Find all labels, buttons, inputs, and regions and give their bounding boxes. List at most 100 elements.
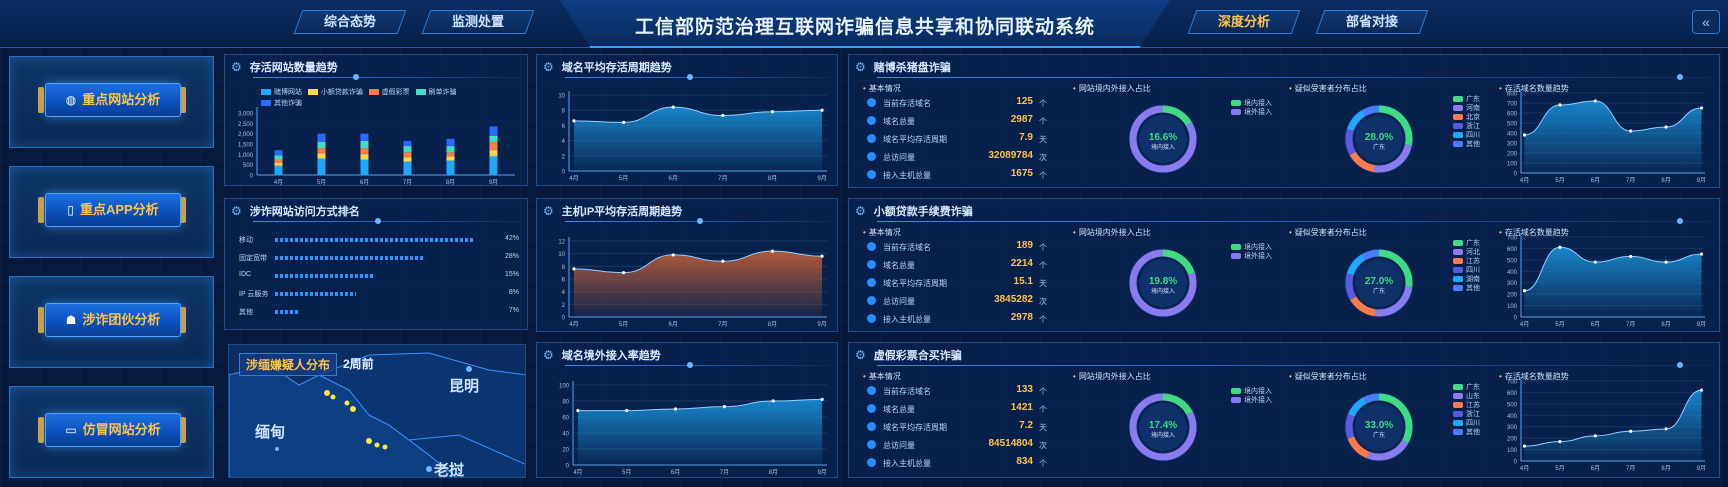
data-point[interactable]: [1593, 99, 1597, 103]
nav-tab-ministry[interactable]: 部省对接: [1315, 10, 1429, 34]
data-point[interactable]: [820, 397, 824, 401]
bar-segment[interactable]: [446, 146, 455, 153]
bar-segment[interactable]: [403, 140, 412, 147]
data-point[interactable]: [1558, 245, 1562, 249]
rank-name: 固定宽带: [239, 255, 267, 262]
data-point[interactable]: [1629, 254, 1633, 259]
data-point[interactable]: [671, 253, 675, 257]
bar-segment[interactable]: [446, 138, 455, 147]
bar-segment[interactable]: [489, 150, 498, 157]
double-chevron-left-icon[interactable]: «: [1692, 10, 1720, 34]
data-point[interactable]: [1664, 125, 1668, 129]
bar-segment[interactable]: [446, 160, 455, 175]
data-point[interactable]: [1522, 133, 1527, 137]
data-point[interactable]: [1699, 388, 1704, 392]
bar-segment[interactable]: [360, 154, 369, 160]
stat-icon: [867, 134, 876, 143]
bar-segment[interactable]: [446, 156, 455, 161]
data-point[interactable]: [1522, 289, 1527, 293]
x-tick-label: 4月: [573, 469, 582, 476]
data-point[interactable]: [1629, 429, 1633, 433]
data-point[interactable]: [820, 108, 824, 112]
data-point[interactable]: [621, 271, 626, 275]
nav-tab-monitor[interactable]: 监测处置: [421, 10, 535, 34]
bar-segment[interactable]: [489, 135, 498, 142]
data-point[interactable]: [1699, 252, 1704, 256]
suspect-map[interactable]: 涉缅嫌疑人分布 2周前 昆明 缅甸 老挝: [228, 344, 526, 478]
data-point[interactable]: [1558, 103, 1562, 107]
data-point[interactable]: [572, 267, 576, 271]
bar-segment[interactable]: [274, 155, 283, 160]
data-point[interactable]: [1558, 439, 1562, 444]
data-point[interactable]: [572, 119, 576, 123]
bar-segment[interactable]: [360, 140, 369, 149]
data-point[interactable]: [770, 110, 775, 114]
stat-unit: 个: [1039, 117, 1047, 126]
data-point[interactable]: [671, 105, 675, 109]
data-point[interactable]: [770, 249, 775, 253]
x-tick-label: 4月: [274, 179, 283, 186]
rank-row: IP 云服务 8%: [239, 289, 519, 299]
foreign-rate-area-chart: 100 80 60 40 20 04月 5月 6月 7月 8月 9月: [559, 381, 827, 476]
bar-segment[interactable]: [317, 148, 326, 154]
panel-fraud-2: ⚙虚假彩票合买诈骗基本情况当前存活域名133个域名总量1421个域名平均存活周期…: [848, 342, 1720, 478]
sidebar-item-key-sites[interactable]: ◍ 重点网站分析: [9, 56, 214, 148]
area-fill: [1524, 101, 1702, 173]
data-point[interactable]: [576, 409, 580, 413]
x-tick-label: 9月: [1697, 321, 1706, 328]
bar-segment[interactable]: [403, 161, 412, 175]
sidebar-item-fake-sites[interactable]: ▭ 仿冒网站分析: [9, 386, 214, 478]
data-point[interactable]: [1664, 427, 1668, 431]
data-point[interactable]: [625, 409, 629, 413]
bar-segment[interactable]: [274, 165, 283, 175]
sidebar-item-label: 涉诈团伙分析: [82, 312, 161, 327]
data-point[interactable]: [1522, 444, 1527, 448]
data-point[interactable]: [771, 399, 775, 403]
phone-icon: ▯: [67, 203, 74, 217]
bar-segment[interactable]: [446, 152, 455, 157]
bar-segment[interactable]: [403, 152, 412, 158]
data-point[interactable]: [1593, 434, 1597, 438]
data-point[interactable]: [621, 120, 626, 124]
data-point[interactable]: [722, 405, 727, 409]
stat-value: 32089784: [988, 150, 1034, 161]
bar-segment[interactable]: [489, 141, 498, 151]
stat-icon: [867, 296, 876, 305]
data-point[interactable]: [721, 259, 725, 263]
data-point[interactable]: [1699, 106, 1704, 110]
bar-segment[interactable]: [317, 158, 326, 175]
monitor-icon: ▭: [65, 423, 77, 437]
rank-bar: [275, 292, 356, 296]
victim-legend: 广东 河南 北京 浙江 四川 其他: [1453, 95, 1480, 149]
x-tick-label: 8月: [768, 321, 777, 328]
bar-segment[interactable]: [489, 156, 498, 175]
sidebar-item-fraud-groups[interactable]: ☗ 涉诈团伙分析: [9, 276, 214, 368]
bar-segment[interactable]: [274, 159, 283, 163]
y-tick-label: 200: [1507, 152, 1518, 158]
stat-row: 总访问量 84514804 次: [867, 438, 1063, 453]
data-point[interactable]: [721, 113, 725, 118]
data-point[interactable]: [673, 407, 678, 411]
section-label: 网站境内外接入占比: [1073, 83, 1151, 94]
bar-segment[interactable]: [274, 162, 283, 166]
data-point[interactable]: [1629, 129, 1633, 133]
bar-segment[interactable]: [360, 133, 369, 141]
bar-segment[interactable]: [317, 153, 326, 159]
data-point[interactable]: [1593, 260, 1597, 264]
nav-tab-deep-analysis[interactable]: 深度分析: [1187, 10, 1301, 34]
data-point[interactable]: [820, 254, 824, 258]
bar-segment[interactable]: [403, 157, 412, 162]
victim-donut: 33.0%广东: [1344, 392, 1414, 462]
sidebar-item-key-apps[interactable]: ▯ 重点APP分析: [9, 166, 214, 258]
bar-segment[interactable]: [317, 133, 326, 142]
data-point[interactable]: [1664, 260, 1668, 264]
bar-segment[interactable]: [360, 159, 369, 176]
bar-segment[interactable]: [403, 146, 412, 153]
nav-tab-overview[interactable]: 综合态势: [293, 10, 407, 34]
bar-segment[interactable]: [317, 141, 326, 149]
bar-segment[interactable]: [360, 148, 369, 155]
bar-segment[interactable]: [274, 150, 283, 156]
bar-segment[interactable]: [489, 126, 498, 136]
nav-tab-label: 部省对接: [1345, 14, 1398, 29]
rank-name: IDC: [239, 271, 252, 278]
